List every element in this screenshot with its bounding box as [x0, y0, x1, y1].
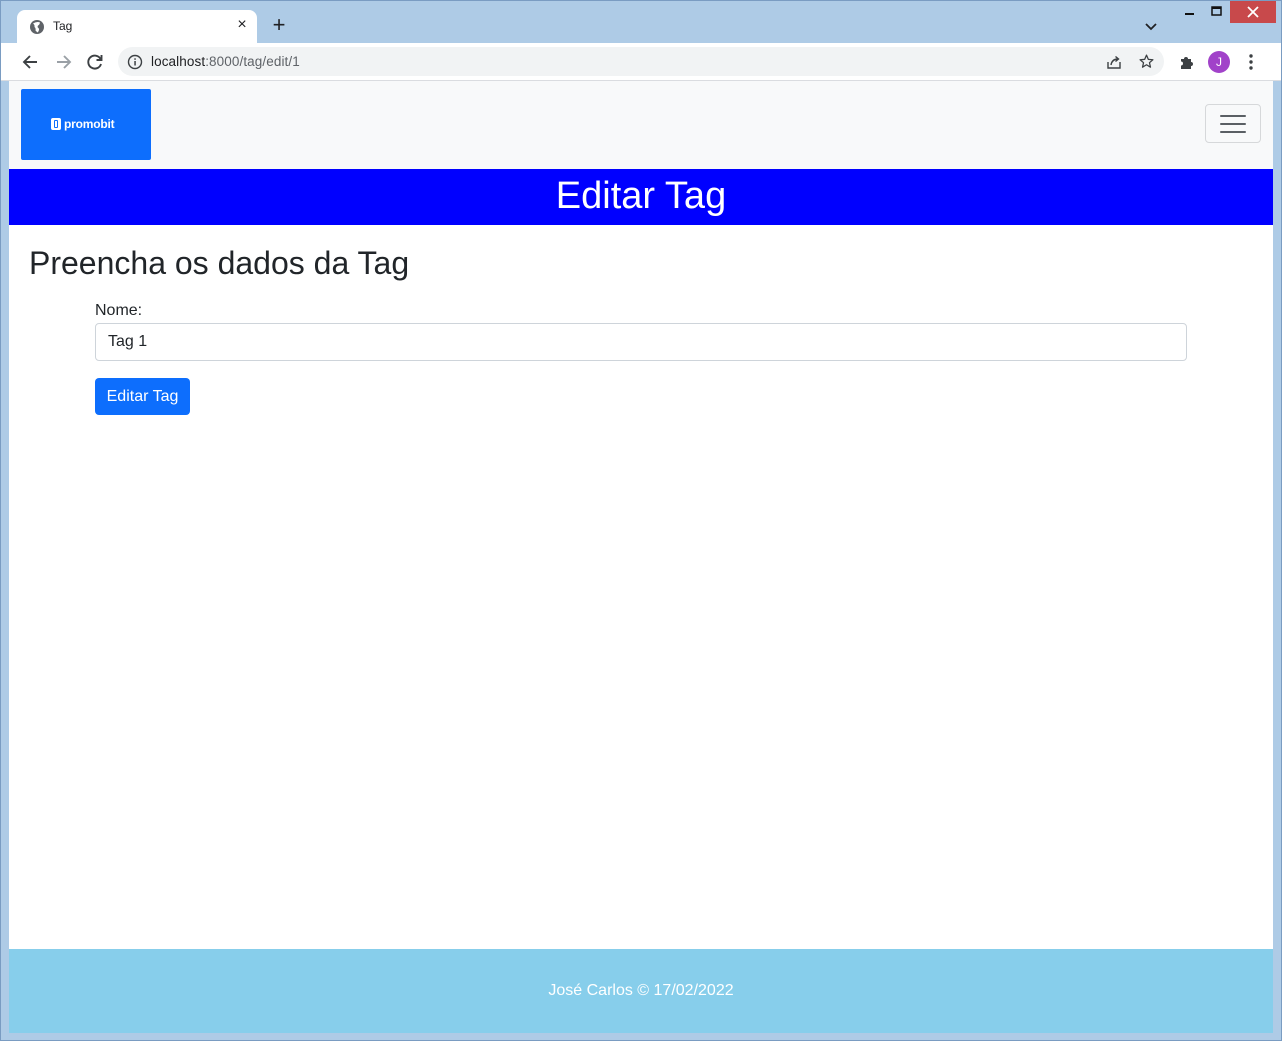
navbar-toggler-button[interactable] [1205, 104, 1261, 143]
reload-icon[interactable] [84, 51, 106, 73]
kebab-menu-icon[interactable] [1244, 52, 1258, 72]
brand-logo-link[interactable]: promobit [21, 89, 151, 160]
site-navbar: promobit [9, 81, 1273, 169]
browser-window: Tag × + localhost:8000/tag/edit/1 J prom… [0, 0, 1282, 1041]
url-path: :8000/tag/edit/1 [205, 54, 300, 69]
tab-strip: Tag × + [1, 1, 1281, 43]
site-footer: José Carlos © 17/02/2022 [9, 949, 1273, 1033]
avatar[interactable]: J [1208, 51, 1230, 73]
page-banner: Editar Tag [9, 169, 1273, 225]
address-bar[interactable]: localhost:8000/tag/edit/1 [118, 47, 1164, 76]
page-title: Preencha os dados da Tag [29, 245, 410, 281]
tab-title: Tag [53, 19, 73, 33]
arrow-right-icon[interactable] [52, 51, 74, 73]
promobit-logo-icon [51, 118, 61, 130]
name-field[interactable] [95, 323, 1187, 361]
minimize-button[interactable] [1176, 1, 1204, 23]
brand-text: promobit [64, 117, 115, 131]
info-icon[interactable] [127, 54, 143, 70]
tab-tag[interactable]: Tag × [17, 10, 257, 43]
globe-icon [30, 20, 44, 34]
hamburger-line [1220, 123, 1246, 125]
star-icon[interactable] [1138, 53, 1155, 70]
arrow-left-icon[interactable] [20, 51, 42, 73]
puzzle-icon[interactable] [1178, 53, 1196, 71]
maximize-button[interactable] [1203, 1, 1231, 23]
edit-tag-button[interactable]: Editar Tag [95, 378, 190, 415]
window-close-button[interactable] [1230, 1, 1276, 23]
name-label: Nome: [95, 302, 143, 319]
browser-toolbar: localhost:8000/tag/edit/1 J [1, 43, 1281, 81]
address-url[interactable]: localhost:8000/tag/edit/1 [151, 54, 300, 69]
chevron-down-icon[interactable] [1141, 16, 1161, 36]
brand-logo: promobit [51, 117, 115, 131]
page-viewport: promobit Editar Tag Preencha os dados da… [9, 81, 1273, 1033]
hamburger-line [1220, 131, 1246, 133]
new-tab-button[interactable]: + [267, 14, 291, 38]
hamburger-line [1220, 115, 1246, 117]
tab-close-icon[interactable]: × [233, 16, 251, 34]
url-host: localhost [151, 54, 206, 69]
share-icon[interactable] [1106, 54, 1122, 70]
